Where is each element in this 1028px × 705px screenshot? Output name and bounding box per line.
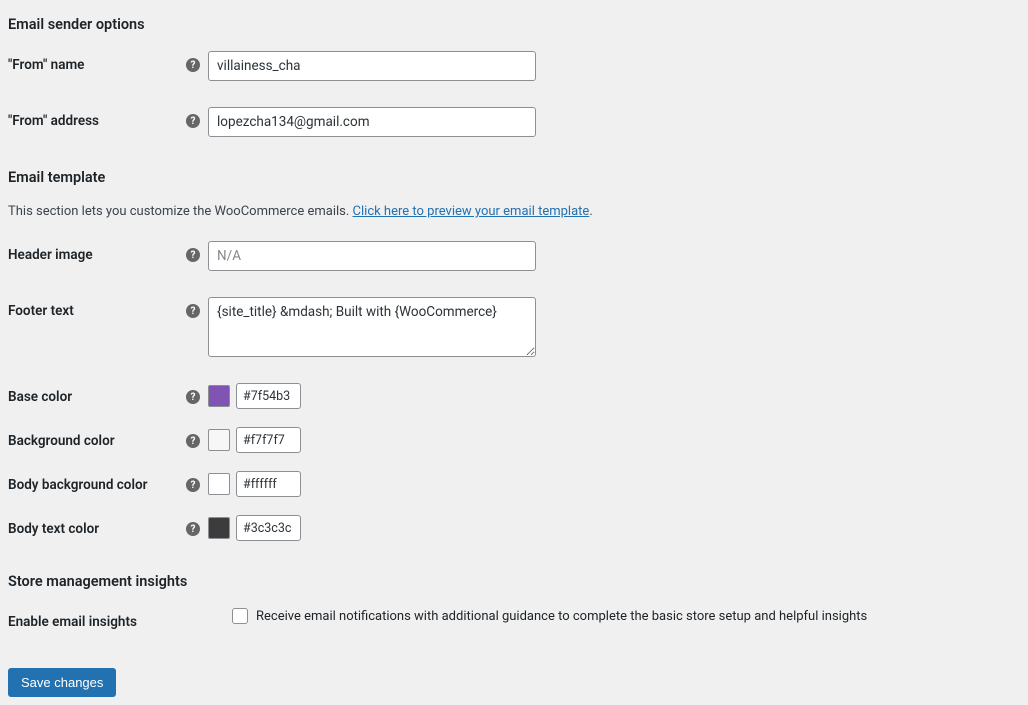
background-color-label: Background color bbox=[8, 433, 186, 449]
help-icon[interactable]: ? bbox=[186, 522, 200, 536]
help-icon[interactable]: ? bbox=[186, 478, 200, 492]
email-template-heading: Email template bbox=[8, 169, 1020, 186]
save-changes-button[interactable]: Save changes bbox=[8, 668, 116, 697]
from-address-label: "From" address bbox=[8, 113, 186, 129]
body-bg-color-swatch[interactable] bbox=[208, 473, 230, 495]
base-color-label: Base color bbox=[8, 389, 186, 405]
help-icon[interactable]: ? bbox=[186, 390, 200, 404]
background-color-swatch[interactable] bbox=[208, 429, 230, 451]
background-color-input[interactable] bbox=[236, 427, 301, 453]
header-image-label: Header image bbox=[8, 247, 186, 263]
template-description: This section lets you customize the WooC… bbox=[8, 204, 1020, 219]
from-name-label: "From" name bbox=[8, 57, 186, 73]
help-icon[interactable]: ? bbox=[186, 58, 200, 72]
help-icon[interactable]: ? bbox=[186, 434, 200, 448]
body-bg-color-input[interactable] bbox=[236, 471, 301, 497]
help-icon[interactable]: ? bbox=[186, 248, 200, 262]
footer-text-input[interactable] bbox=[208, 297, 536, 357]
help-icon[interactable]: ? bbox=[186, 114, 200, 128]
from-name-input[interactable] bbox=[208, 51, 536, 81]
base-color-swatch[interactable] bbox=[208, 385, 230, 407]
store-insights-heading: Store management insights bbox=[8, 573, 1020, 590]
enable-insights-checkbox[interactable] bbox=[232, 608, 248, 624]
email-sender-heading: Email sender options bbox=[8, 16, 1020, 33]
base-color-input[interactable] bbox=[236, 383, 301, 409]
body-bg-color-label: Body background color bbox=[8, 477, 186, 493]
preview-template-link[interactable]: Click here to preview your email templat… bbox=[353, 204, 590, 219]
enable-insights-desc: Receive email notifications with additio… bbox=[256, 609, 867, 624]
body-text-color-input[interactable] bbox=[236, 515, 301, 541]
help-icon[interactable]: ? bbox=[186, 304, 200, 318]
body-text-color-swatch[interactable] bbox=[208, 517, 230, 539]
footer-text-label: Footer text bbox=[8, 303, 186, 319]
enable-insights-label: Enable email insights bbox=[8, 614, 208, 630]
from-address-input[interactable] bbox=[208, 107, 536, 137]
header-image-input[interactable] bbox=[208, 241, 536, 271]
body-text-color-label: Body text color bbox=[8, 521, 186, 537]
